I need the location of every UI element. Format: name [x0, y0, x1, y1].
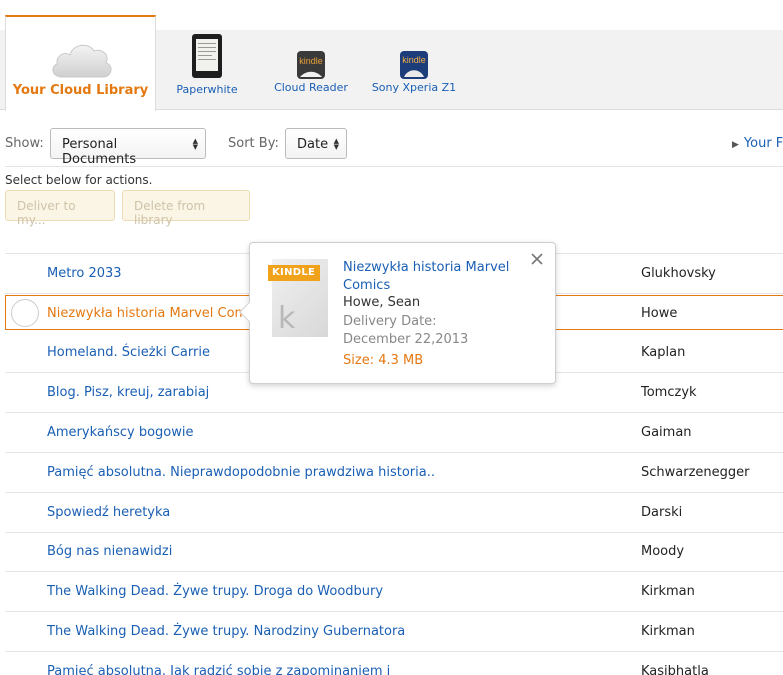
delete-button[interactable]: Delete from library: [122, 190, 250, 227]
kindle-app-icon: kindle: [400, 51, 428, 79]
item-author: Gaiman: [641, 425, 692, 440]
item-author: Schwarzenegger: [641, 465, 750, 480]
list-item[interactable]: Spowiedź heretyka Darski: [5, 493, 783, 533]
popover-size: Size: 4.3 MB: [343, 353, 424, 368]
close-icon[interactable]: [529, 251, 545, 267]
sort-select-value: Date: [297, 137, 329, 152]
popover-title[interactable]: Niezwykła historia Marvel Comics: [343, 259, 513, 295]
item-author: Kaplan: [641, 345, 686, 360]
item-author: Tomczyk: [641, 385, 697, 400]
item-title[interactable]: Pamięć absolutna. Jak radzić sobie z zap…: [47, 664, 390, 675]
cover-letter: k: [278, 301, 296, 336]
item-author: Glukhovsky: [641, 266, 716, 281]
show-label: Show:: [5, 136, 44, 151]
paperwhite-icon: [192, 34, 222, 78]
item-title[interactable]: Spowiedź heretyka: [47, 505, 170, 520]
item-details-popover: k KINDLE Niezwykła historia Marvel Comic…: [239, 242, 556, 384]
tab-label-cloud-reader: Cloud Reader: [274, 81, 348, 94]
device-tabs: Your Cloud Library Paperwhite kindle Clo…: [0, 0, 783, 111]
triangle-right-icon: ▶: [732, 140, 739, 150]
list-item[interactable]: The Walking Dead. Żywe trupy. Droga do W…: [5, 572, 783, 612]
sort-select[interactable]: Date ▲ ▼: [285, 128, 347, 159]
item-title[interactable]: Pamięć absolutna. Nieprawdopodobnie praw…: [47, 465, 435, 480]
item-title[interactable]: Homeland. Ścieżki Carrie: [47, 345, 210, 360]
show-select-value: Personal Documents: [62, 137, 137, 167]
show-select[interactable]: Personal Documents ▲ ▼: [50, 128, 206, 167]
list-item[interactable]: Pamięć absolutna. Nieprawdopodobnie praw…: [5, 453, 783, 493]
filter-controls: Show: Personal Documents ▲ ▼ Sort By: Dat…: [5, 128, 783, 167]
item-author: Darski: [641, 505, 683, 520]
select-radio[interactable]: [11, 299, 39, 327]
item-author: Kirkman: [641, 624, 695, 639]
tab-label-sony-xperia: Sony Xperia Z1: [371, 81, 457, 94]
instruction-text: Select below for actions.: [5, 173, 153, 187]
item-title[interactable]: The Walking Dead. Żywe trupy. Droga do W…: [47, 584, 383, 599]
your-link-label: Your F: [743, 136, 783, 151]
item-author: Kirkman: [641, 584, 695, 599]
sort-label: Sort By:: [228, 136, 279, 151]
item-author: Moody: [641, 544, 685, 559]
item-title[interactable]: Metro 2033: [47, 266, 122, 281]
kindle-badge: KINDLE: [268, 265, 320, 281]
item-title[interactable]: Amerykańscy bogowie: [47, 425, 194, 440]
cloud-reader-icon: kindle: [297, 51, 325, 79]
tab-cloud-library[interactable]: Your Cloud Library: [5, 15, 156, 111]
your-link[interactable]: ▶ Your F: [732, 136, 783, 151]
popover-delivery-date: Delivery Date: December 22,2013: [343, 314, 469, 347]
item-title[interactable]: Blog. Pisz, kreuj, zarabiaj: [47, 385, 209, 400]
cloud-icon: [52, 44, 112, 78]
divider: [5, 166, 783, 167]
select-arrows-icon: ▲ ▼: [333, 137, 339, 151]
list-item[interactable]: Amerykańscy bogowie Gaiman: [5, 413, 783, 453]
deliver-button[interactable]: Deliver to my...: [5, 190, 115, 227]
tab-label-paperwhite: Paperwhite: [176, 83, 238, 96]
tab-label-cloud-library: Your Cloud Library: [12, 83, 149, 98]
item-title[interactable]: The Walking Dead. Żywe trupy. Narodziny …: [47, 624, 405, 639]
kindle-wordmark-2: kindle: [402, 55, 426, 65]
item-author: Howe: [641, 306, 678, 321]
select-arrows-icon: ▲ ▼: [192, 137, 198, 151]
list-item[interactable]: The Walking Dead. Żywe trupy. Narodziny …: [5, 612, 783, 652]
list-item[interactable]: Pamięć absolutna. Jak radzić sobie z zap…: [5, 652, 783, 675]
item-title[interactable]: Niezwykła historia Marvel Comics: [47, 306, 265, 321]
list-item[interactable]: Bóg nas nienawidzi Moody: [5, 532, 783, 572]
item-author: Kasibhatla: [641, 664, 709, 675]
popover-author: Howe, Sean: [343, 295, 421, 310]
item-title[interactable]: Bóg nas nienawidzi: [47, 544, 172, 559]
kindle-wordmark: kindle: [299, 56, 323, 66]
